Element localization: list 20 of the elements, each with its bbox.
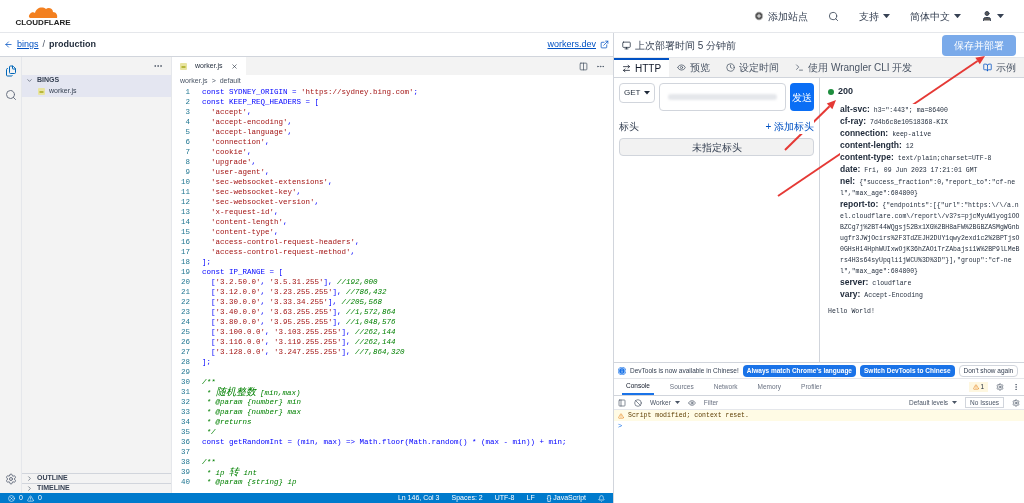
separator: /	[42, 37, 46, 51]
tab[interactable]: 预览	[669, 58, 719, 77]
tab[interactable]: 使用 Wrangler CLI 开发	[787, 58, 921, 77]
status-code: 200	[838, 85, 854, 98]
method-select[interactable]: GET	[619, 83, 656, 103]
worker-link[interactable]: bings	[17, 37, 39, 52]
last-deploy-text: 上次部署时间 5 分钟前	[635, 38, 737, 53]
tab[interactable]: HTTP	[614, 58, 670, 77]
menu-dropdown[interactable]: 简体中文	[910, 8, 961, 24]
headers-label: 标头	[619, 120, 639, 134]
add-site-button[interactable]: 添加站点	[754, 8, 808, 24]
workers-dev-link[interactable]: workers.dev	[547, 37, 596, 52]
environment-name: production	[49, 37, 97, 51]
menu-dropdown[interactable]: 支持	[859, 8, 890, 24]
tab[interactable]: 设定时间	[718, 58, 788, 77]
no-headers-button[interactable]: 未指定标头	[619, 138, 814, 156]
brand-name: CLOUDFLARE	[15, 17, 71, 27]
send-button[interactable]: 发送	[790, 83, 814, 111]
examples-link[interactable]: 示例	[975, 58, 1024, 77]
add-header-button[interactable]: + 添加标头	[765, 119, 814, 134]
